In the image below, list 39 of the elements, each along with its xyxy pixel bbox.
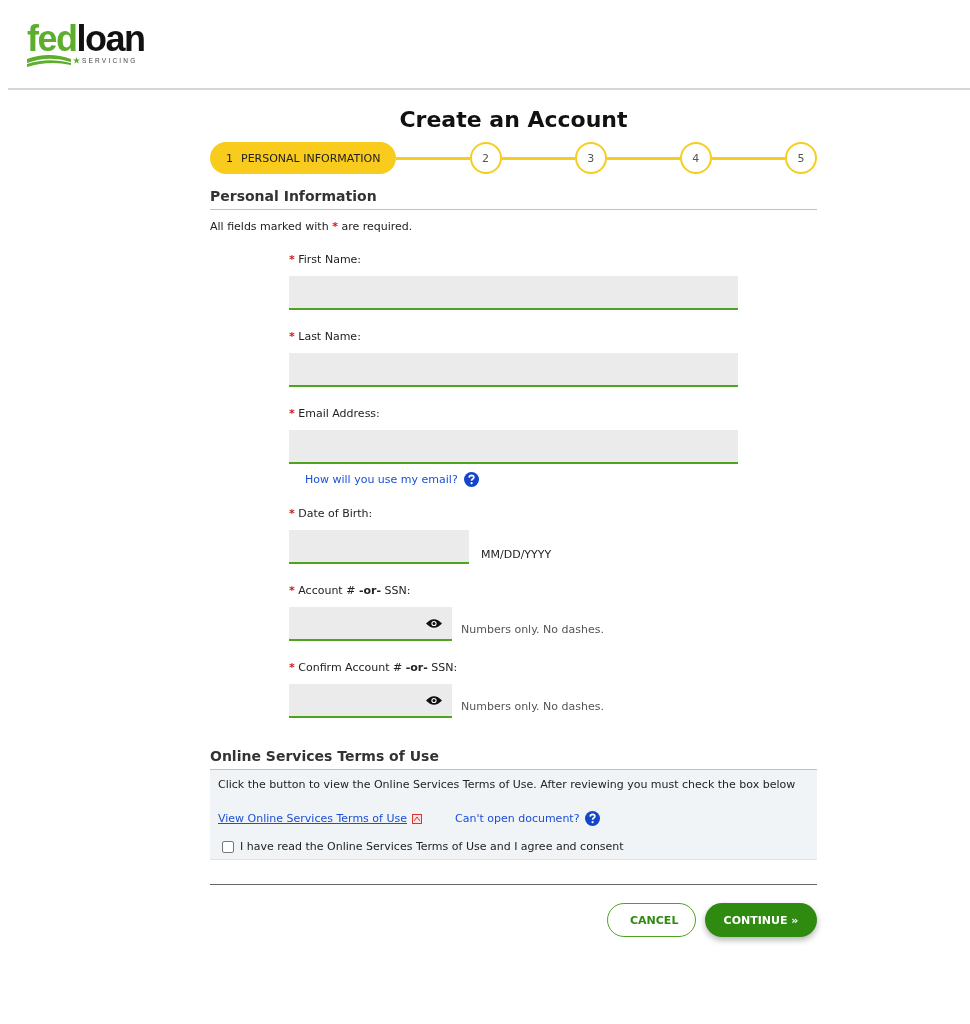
field-label: * Email Address: bbox=[289, 407, 381, 420]
terms-link[interactable]: View Online Services Terms of Use bbox=[218, 812, 407, 825]
pdf-icon bbox=[412, 813, 422, 824]
eye-icon[interactable] bbox=[426, 618, 442, 629]
field-label: * Last Name: bbox=[289, 330, 362, 343]
field-label: * First Name: bbox=[289, 253, 363, 266]
step-indicator: 2 bbox=[469, 142, 502, 174]
cancel-button[interactable]: CANCEL bbox=[607, 903, 696, 937]
logo-wordmark: fedloan bbox=[27, 23, 145, 55]
continue-button[interactable]: CONTINUE » bbox=[705, 903, 817, 937]
eye-icon[interactable] bbox=[426, 695, 442, 706]
step-indicator: 1 PERSONAL INFORMATION bbox=[210, 142, 397, 174]
help-link[interactable]: Can't open document? bbox=[455, 812, 580, 825]
consent-checkbox[interactable] bbox=[222, 840, 234, 853]
input-field[interactable] bbox=[289, 276, 738, 310]
step-indicator: 5 bbox=[785, 142, 817, 174]
page-title: Create an Account bbox=[398, 107, 629, 132]
field-label: * Date of Birth: bbox=[289, 507, 374, 520]
format-hint: MM/DD/YYYY bbox=[481, 547, 552, 561]
help-link[interactable]: How will you use my email? bbox=[305, 473, 458, 486]
step-indicator: 3 bbox=[574, 142, 607, 174]
consent-label: I have read the Online Services Terms of Use and I agree and consent bbox=[240, 840, 624, 853]
help-icon[interactable] bbox=[584, 811, 600, 826]
format-hint: Numbers only. No dashes. bbox=[461, 622, 604, 636]
format-hint: Numbers only. No dashes. bbox=[461, 699, 604, 713]
field-label: * Confirm Account # -or- SSN: bbox=[289, 661, 459, 674]
input-field[interactable] bbox=[289, 430, 738, 464]
swoosh-icon bbox=[27, 53, 71, 67]
section-title: Personal Information bbox=[210, 188, 817, 210]
step-indicator: 4 bbox=[679, 142, 712, 174]
terms-instructions: Click the button to view the Online Services Terms of Use. After reviewing you must check the box below bbox=[218, 778, 797, 791]
input-field[interactable] bbox=[289, 684, 452, 718]
help-icon[interactable] bbox=[463, 472, 479, 487]
required-note: All fields marked with * are required. bbox=[210, 220, 414, 233]
input-field[interactable] bbox=[289, 353, 738, 387]
star-icon bbox=[73, 56, 80, 64]
date-field[interactable] bbox=[289, 530, 469, 564]
field-label: * Account # -or- SSN: bbox=[289, 584, 412, 597]
input-field[interactable] bbox=[289, 607, 452, 641]
